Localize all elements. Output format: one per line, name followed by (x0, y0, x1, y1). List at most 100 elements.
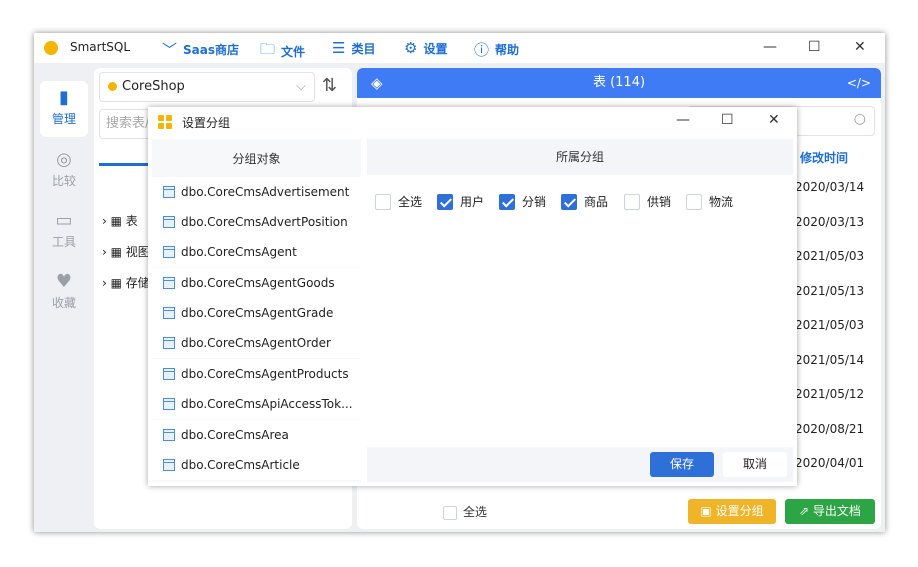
nav-tools[interactable]: ▭ 工具 (40, 204, 88, 260)
set-group-dialog: 设置分组 — ☐ ✕ 分组对象 dbo.CoreCmsAdvertisement… (148, 107, 797, 486)
checkbox[interactable] (375, 193, 391, 210)
checkbox-checked[interactable] (437, 193, 453, 210)
list-item[interactable]: dbo.CoreCmsArticle (152, 450, 361, 480)
tree-item-views[interactable]: › ▦ 视图 (102, 243, 150, 260)
menu-category[interactable]: ☰ 类目 (332, 39, 375, 57)
menu-help[interactable]: ⓘ 帮助 (474, 39, 519, 60)
table-row-date[interactable]: 2021/05/12 (787, 380, 875, 408)
table-row-date[interactable]: 2020/03/14 (787, 173, 875, 201)
folder-icon: 🗀 (260, 40, 276, 58)
group-checkbox-product[interactable]: 商品 (561, 193, 608, 210)
export-doc-button[interactable]: ⇗ 导出文档 (785, 499, 875, 524)
code-icon[interactable]: </> (847, 68, 871, 98)
tree-item-procedures[interactable]: › ▦ 存储 (102, 274, 150, 291)
list-item[interactable]: dbo.CoreCmsApiAccessTok... (152, 389, 361, 419)
table-row-date[interactable]: 2020/03/13 (787, 208, 875, 236)
nav-manage[interactable]: ▮ 管理 (40, 81, 88, 137)
menu-file[interactable]: 🗀 文件 (260, 39, 305, 64)
group-object-header: 分组对象 (232, 152, 281, 166)
app-logo-icon (44, 41, 58, 55)
checkbox[interactable] (624, 193, 640, 210)
group-checkbox-distribution[interactable]: 分销 (499, 193, 546, 210)
layers-icon: ◈ (371, 74, 383, 92)
refresh-icon[interactable]: ⇅ (322, 75, 337, 96)
list-item[interactable]: dbo.CoreCmsAdvertPosition (152, 207, 361, 237)
item-label: dbo.CoreCmsAgentGoods (181, 276, 335, 290)
group-checkbox-supply[interactable]: 供销 (624, 193, 671, 210)
menu-saas-store[interactable]: ﹀ Saas商店 (162, 39, 239, 60)
dialog-footer: 保存 取消 (367, 447, 793, 482)
table-row-date[interactable]: 2020/04/01 (787, 449, 875, 477)
table-row-date[interactable]: 2020/08/21 (787, 415, 875, 443)
nav-label: 收藏 (51, 296, 76, 310)
inbox-icon: ▭ (55, 210, 73, 231)
database-name: CoreShop (122, 79, 185, 94)
table-icon (163, 398, 175, 410)
group-checkbox-all[interactable]: 全选 (375, 193, 422, 210)
save-button[interactable]: 保存 (650, 452, 714, 477)
dialog-maximize-button[interactable]: ☐ (721, 112, 734, 128)
checkbox[interactable] (686, 193, 702, 210)
gear-icon: ⚙ (404, 39, 418, 57)
table-icon (163, 186, 175, 198)
compass-icon: ◎ (56, 149, 72, 170)
maximize-button[interactable]: ☐ (808, 39, 821, 55)
book-icon: ▮ (59, 87, 69, 108)
list-item[interactable]: dbo.CoreCmsAgentGrade (152, 298, 361, 328)
cancel-button[interactable]: 取消 (723, 452, 787, 477)
database-icon (108, 82, 117, 91)
nav-label: 工具 (51, 235, 76, 249)
table-icon (163, 246, 175, 258)
button-label: 导出文档 (812, 504, 861, 518)
tree-item-tables[interactable]: › ▦ 表 (102, 212, 138, 229)
select-all-checkbox[interactable]: 全选 (443, 503, 487, 520)
item-label: dbo.CoreCmsArea (181, 428, 289, 442)
group-checkbox-user[interactable]: 用户 (437, 193, 484, 210)
tab-indicator (99, 163, 149, 166)
table-row-date[interactable]: 2021/05/14 (787, 346, 875, 374)
menu-label: 帮助 (495, 43, 520, 57)
heart-icon: ♥ (55, 271, 73, 292)
list-item[interactable]: dbo.CoreCmsAgentProducts (152, 359, 361, 389)
title-bar: SmartSQL ﹀ Saas商店 🗀 文件 ☰ 类目 ⚙ 设置 ⓘ 帮助 — … (34, 33, 885, 63)
group-checkbox-logistics[interactable]: 物流 (686, 193, 733, 210)
dialog-close-button[interactable]: ✕ (768, 112, 780, 128)
table-icon (163, 277, 175, 289)
item-label: dbo.CoreCmsApiAccessTok... (181, 397, 353, 411)
database-select[interactable]: CoreShop ⌵ (99, 72, 315, 102)
menu-settings[interactable]: ⚙ 设置 (404, 39, 447, 57)
table-row-date[interactable]: 2021/05/13 (787, 277, 875, 305)
table-row-date[interactable]: 2021/05/03 (787, 242, 875, 270)
close-button[interactable]: ✕ (854, 39, 866, 55)
column-modified-time[interactable]: 修改时间 (800, 149, 848, 166)
menu-label: 类目 (351, 41, 376, 56)
set-group-button[interactable]: ▣ 设置分组 (688, 499, 776, 524)
app-name: SmartSQL (70, 40, 131, 54)
item-label: dbo.CoreCmsAdvertPosition (181, 215, 348, 229)
group-label: 用户 (460, 195, 485, 209)
side-nav: ▮ 管理 ◎ 比较 ▭ 工具 ♥ 收藏 (40, 81, 88, 310)
nav-favorites[interactable]: ♥ 收藏 (40, 265, 88, 321)
list-item[interactable]: dbo.CoreCmsAgentGoods (152, 268, 361, 298)
minimize-button[interactable]: — (763, 39, 777, 55)
dialog-minimize-button[interactable]: — (676, 112, 690, 128)
checkbox-checked[interactable] (499, 193, 515, 210)
list-item[interactable]: dbo.CoreCmsAdvertisement (152, 177, 361, 207)
group-label: 物流 (709, 195, 734, 209)
item-label: dbo.CoreCmsAgentOrder (181, 336, 331, 350)
list-item[interactable]: dbo.CoreCmsAgent (152, 237, 361, 267)
table-icon (163, 429, 175, 441)
tree-label: 存储 (125, 276, 150, 290)
list-item[interactable]: dbo.CoreCmsArea (152, 420, 361, 450)
group-label: 供销 (647, 195, 672, 209)
tree-label: 视图 (125, 245, 150, 259)
list-item[interactable]: dbo.CoreCmsAgentOrder (152, 328, 361, 358)
item-label: dbo.CoreCmsAgentProducts (181, 367, 349, 381)
button-label: 设置分组 (715, 504, 764, 518)
nav-compare[interactable]: ◎ 比较 (40, 143, 88, 199)
group-label: 全选 (398, 195, 423, 209)
checkbox-checked[interactable] (561, 193, 577, 210)
checkbox[interactable] (443, 505, 457, 520)
menu-label: 文件 (281, 45, 306, 59)
table-row-date[interactable]: 2021/05/03 (787, 311, 875, 339)
